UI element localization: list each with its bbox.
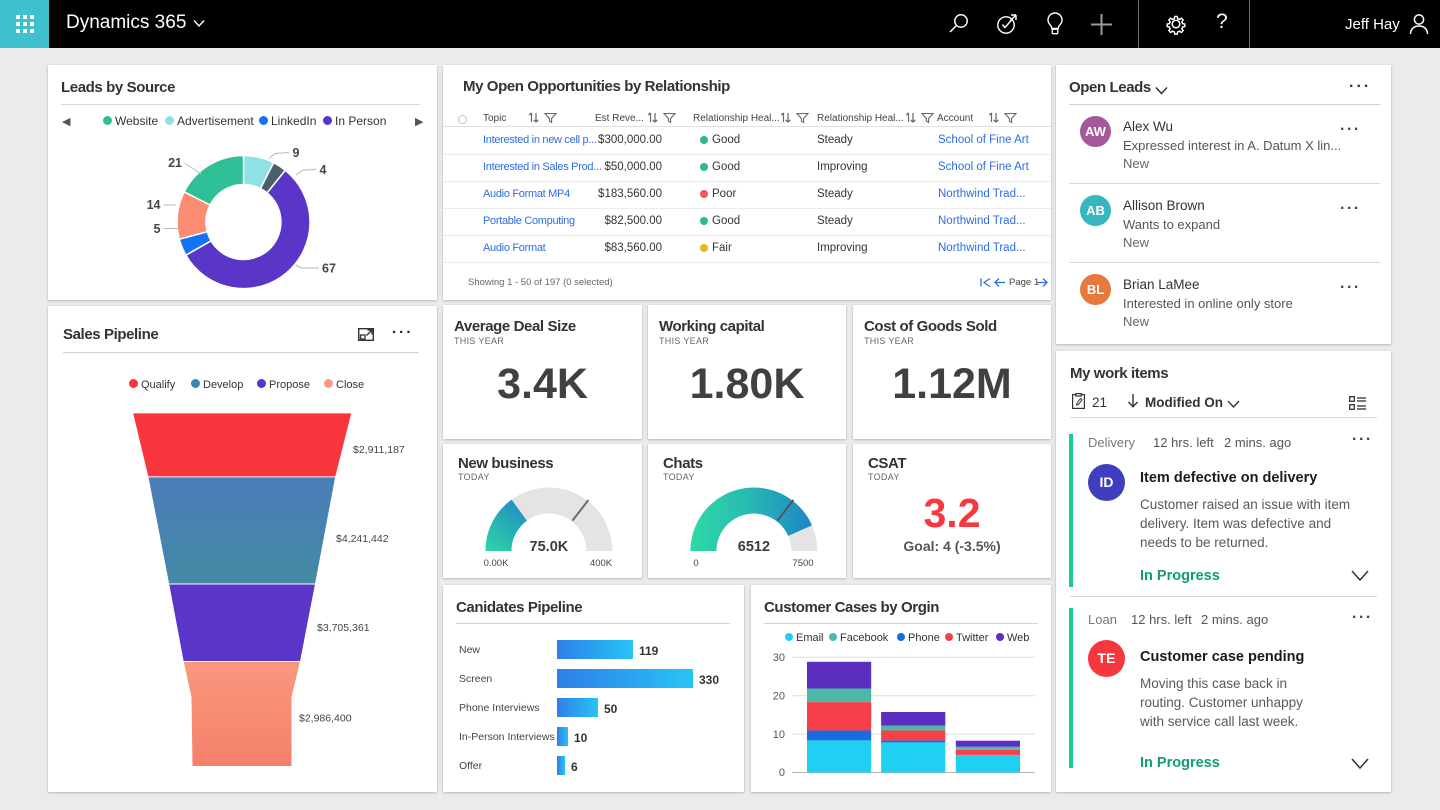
svg-text:67: 67 bbox=[322, 262, 336, 276]
svg-text:$2,911,187: $2,911,187 bbox=[353, 444, 405, 456]
svg-text:4: 4 bbox=[320, 163, 327, 177]
svg-text:75.0K: 75.0K bbox=[530, 539, 569, 555]
svg-text:10: 10 bbox=[773, 729, 785, 741]
svg-text:9: 9 bbox=[293, 146, 300, 160]
svg-text:7500: 7500 bbox=[792, 558, 813, 569]
svg-text:400K: 400K bbox=[590, 558, 613, 569]
svg-text:$4,241,442: $4,241,442 bbox=[336, 533, 389, 545]
svg-text:0.00K: 0.00K bbox=[484, 558, 509, 569]
svg-text:14: 14 bbox=[147, 198, 161, 212]
svg-text:5: 5 bbox=[154, 222, 161, 236]
svg-text:6512: 6512 bbox=[738, 539, 770, 555]
svg-text:30: 30 bbox=[773, 652, 785, 664]
svg-text:20: 20 bbox=[773, 690, 785, 702]
svg-text:21: 21 bbox=[168, 156, 182, 170]
svg-text:$3,705,361: $3,705,361 bbox=[317, 622, 370, 634]
svg-text:0: 0 bbox=[693, 558, 698, 569]
svg-text:0: 0 bbox=[779, 767, 785, 779]
svg-text:$2,986,400: $2,986,400 bbox=[299, 713, 352, 725]
